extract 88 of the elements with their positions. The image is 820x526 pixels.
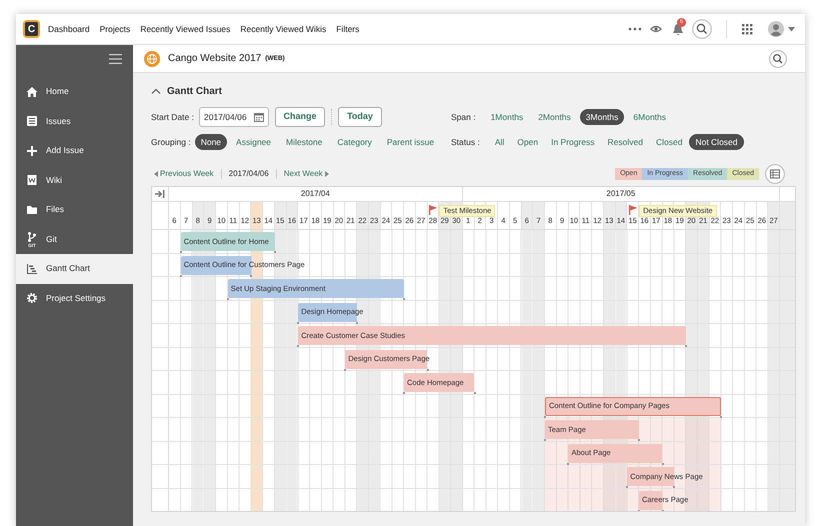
field-label: Status : bbox=[451, 136, 480, 148]
branch-icon bbox=[26, 230, 38, 243]
chevron-up-icon[interactable] bbox=[151, 88, 161, 94]
sidebar-item[interactable]: Gantt Chart bbox=[16, 254, 133, 284]
nav-link[interactable]: Filters bbox=[336, 22, 360, 36]
current-week: 2017/04/06 bbox=[228, 168, 269, 180]
filter-option[interactable]: Not Closed bbox=[689, 134, 744, 150]
filter-option[interactable]: 3Months bbox=[580, 108, 624, 126]
search-icon[interactable] bbox=[692, 19, 712, 39]
caret-right-icon bbox=[324, 171, 329, 177]
bar-start-handle[interactable] bbox=[344, 368, 346, 370]
sidebar-item[interactable]: Home bbox=[16, 77, 133, 106]
month-header: 2017/05 bbox=[462, 187, 780, 201]
bar-end-handle[interactable] bbox=[356, 322, 358, 324]
field-label: Span : bbox=[451, 110, 476, 124]
filter-option[interactable]: All bbox=[488, 134, 510, 150]
eye-icon[interactable] bbox=[650, 25, 662, 33]
filter-option[interactable]: In Progress bbox=[545, 134, 601, 150]
project-title: Cango Website 2017 bbox=[168, 52, 262, 66]
calendar-icon[interactable] bbox=[254, 112, 264, 122]
more-icon[interactable] bbox=[628, 27, 642, 31]
sidebar-item[interactable]: Issues bbox=[16, 106, 133, 136]
filter-option[interactable]: 1Months bbox=[484, 108, 530, 126]
bar-start-handle[interactable] bbox=[402, 392, 405, 394]
bar-start-handle[interactable] bbox=[180, 274, 182, 276]
home-icon bbox=[26, 86, 38, 98]
globe-icon bbox=[144, 50, 160, 66]
logo[interactable]: C bbox=[23, 20, 40, 38]
nav-link[interactable]: Recently Viewed Issues bbox=[140, 22, 230, 36]
filter-option[interactable]: Closed bbox=[650, 134, 688, 150]
filter-option[interactable]: None bbox=[194, 134, 228, 150]
bar-start-handle[interactable] bbox=[297, 322, 300, 324]
filter-option[interactable]: Open bbox=[511, 134, 544, 150]
next-week-link[interactable]: Next Week bbox=[284, 168, 329, 180]
gear-icon bbox=[26, 292, 38, 304]
collapse-panel-icon[interactable] bbox=[155, 190, 165, 198]
avatar-icon[interactable] bbox=[768, 21, 784, 37]
bar-start-handle[interactable] bbox=[297, 345, 300, 347]
apps-grid-icon[interactable] bbox=[742, 24, 753, 34]
bar-start-handle[interactable] bbox=[544, 439, 546, 441]
bar-end-handle[interactable] bbox=[274, 251, 276, 253]
sidebar-item[interactable]: Add Issue bbox=[16, 136, 133, 166]
caret-icon[interactable] bbox=[788, 26, 795, 32]
bar-start-handle[interactable] bbox=[626, 486, 628, 488]
nav-link[interactable]: Recently Viewed Wikis bbox=[240, 22, 326, 36]
bar-start-handle[interactable] bbox=[180, 251, 182, 253]
table-view-icon[interactable] bbox=[765, 164, 785, 184]
bar-start-handle[interactable] bbox=[567, 462, 570, 464]
caret-left-icon bbox=[154, 171, 158, 177]
gantt-icon bbox=[26, 262, 38, 275]
field-label: Grouping : bbox=[151, 136, 191, 148]
bar-end-handle[interactable] bbox=[662, 462, 664, 464]
document-icon bbox=[26, 174, 38, 186]
sidebar-item[interactable]: Wiki bbox=[16, 166, 133, 195]
plus-icon bbox=[26, 144, 38, 157]
bar-end-handle[interactable] bbox=[426, 368, 428, 370]
sidebar-item[interactable]: Files bbox=[16, 195, 133, 224]
bar-end-handle[interactable] bbox=[685, 345, 688, 347]
filter-option[interactable]: Milestone bbox=[280, 134, 328, 150]
filter-option[interactable]: 6Months bbox=[627, 108, 672, 126]
bar-end-handle[interactable] bbox=[250, 274, 252, 276]
today-button[interactable]: Today bbox=[338, 107, 382, 127]
nav-link[interactable]: Dashboard bbox=[48, 22, 90, 36]
bar-end-handle[interactable] bbox=[638, 439, 640, 441]
section-title: Gantt Chart bbox=[167, 84, 222, 98]
folder-icon bbox=[26, 204, 38, 216]
filter-option[interactable]: 2Months bbox=[532, 108, 577, 126]
filter-option[interactable]: Parent issue bbox=[380, 134, 440, 150]
field-label: Start Date : bbox=[151, 110, 194, 124]
filter-option[interactable]: Category bbox=[331, 134, 378, 150]
bar-end-handle[interactable] bbox=[673, 486, 676, 488]
list-icon bbox=[26, 115, 38, 128]
nav-link[interactable]: Projects bbox=[100, 22, 130, 36]
bar-start-handle[interactable] bbox=[544, 416, 546, 418]
change-button[interactable]: Change bbox=[275, 107, 325, 127]
month-header: 2017/04 bbox=[169, 187, 463, 201]
filter-option[interactable]: Resolved bbox=[602, 134, 649, 150]
filter-option[interactable]: Assignee bbox=[230, 134, 277, 150]
date-field[interactable]: 2017/04/06 bbox=[199, 107, 269, 127]
bar-start-handle[interactable] bbox=[226, 298, 229, 300]
sidebar-item[interactable]: Project Settings bbox=[16, 284, 133, 313]
bar-end-handle[interactable] bbox=[474, 392, 476, 394]
bar-start-handle[interactable] bbox=[638, 510, 640, 511]
menu-icon[interactable] bbox=[109, 54, 122, 64]
bar-end-handle[interactable] bbox=[720, 416, 722, 418]
previous-week-link[interactable]: Previous Week bbox=[151, 168, 214, 180]
bar-end-handle[interactable] bbox=[402, 298, 405, 300]
search-icon[interactable] bbox=[769, 50, 787, 68]
